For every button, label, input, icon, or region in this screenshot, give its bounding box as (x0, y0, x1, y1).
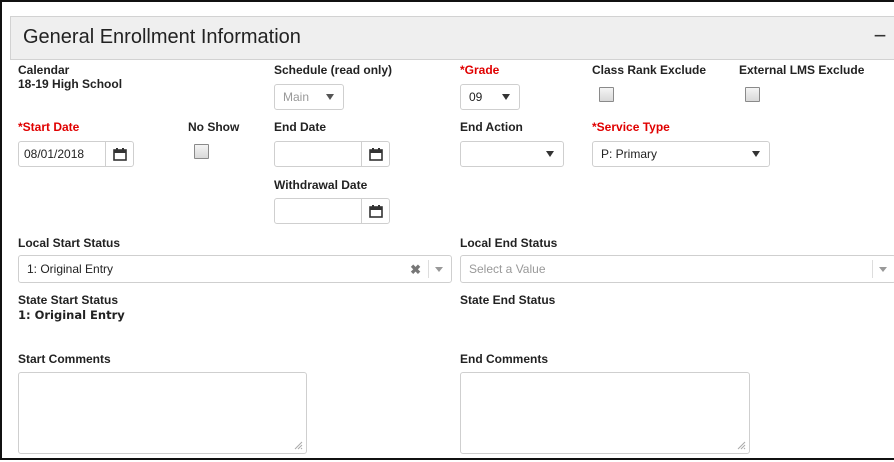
chevron-down-icon[interactable] (879, 267, 887, 272)
external-lms-exclude-checkbox[interactable] (745, 87, 760, 102)
state-end-status-label: State End Status (460, 293, 556, 307)
schedule-value: Main (283, 90, 310, 104)
schedule-label: Schedule (read only) (274, 63, 393, 77)
local-start-status-label: Local Start Status (18, 236, 121, 250)
start-comments-label: Start Comments (18, 352, 111, 366)
resize-grip-icon[interactable] (294, 441, 303, 450)
end-date-label: End Date (274, 120, 327, 134)
end-action-select[interactable] (460, 141, 564, 167)
chevron-down-icon (546, 151, 554, 157)
schedule-select: Main (274, 84, 344, 110)
local-end-status-placeholder: Select a Value (469, 262, 546, 276)
withdrawal-date-input[interactable] (274, 198, 390, 224)
state-start-status-value: 1: Original Entry (18, 308, 125, 322)
collapse-button[interactable]: − (870, 25, 890, 49)
local-start-status-value: 1: Original Entry (27, 262, 114, 276)
start-comments-textarea[interactable] (18, 372, 307, 454)
external-lms-exclude-label: External LMS Exclude (739, 63, 865, 77)
grade-select[interactable]: 09 (460, 84, 520, 110)
chevron-down-icon[interactable] (435, 267, 443, 272)
state-start-status-label: State Start Status (18, 293, 119, 307)
withdrawal-date-label: Withdrawal Date (274, 178, 368, 192)
service-type-value: P: Primary (601, 147, 658, 161)
panel-content: Calendar 18-19 High School Schedule (rea… (10, 60, 894, 462)
clear-icon[interactable]: ✖ (410, 262, 421, 278)
start-date-input[interactable]: 08/01/2018 (18, 141, 134, 167)
no-show-label: No Show (188, 120, 240, 134)
end-comments-textarea[interactable] (460, 372, 750, 454)
combo-divider (872, 260, 873, 278)
end-action-label: End Action (460, 120, 523, 134)
enrollment-panel: General Enrollment Information − Calenda… (0, 0, 894, 460)
start-date-label: *Start Date (18, 120, 80, 134)
chevron-down-icon (502, 94, 510, 100)
end-date-input[interactable] (274, 141, 390, 167)
end-comments-label: End Comments (460, 352, 549, 366)
combo-divider (428, 260, 429, 278)
calendar-label: Calendar (18, 63, 70, 77)
service-type-select[interactable]: P: Primary (592, 141, 770, 167)
local-start-status-combo[interactable]: 1: Original Entry ✖ (18, 255, 452, 283)
calendar-icon[interactable] (361, 199, 389, 223)
no-show-checkbox[interactable] (194, 144, 209, 159)
class-rank-exclude-checkbox[interactable] (599, 87, 614, 102)
start-date-value: 08/01/2018 (24, 147, 85, 161)
chevron-down-icon (752, 151, 760, 157)
panel-header: General Enrollment Information − (10, 16, 894, 60)
local-end-status-label: Local End Status (460, 236, 558, 250)
calendar-icon[interactable] (105, 142, 133, 166)
panel-title: General Enrollment Information (23, 26, 301, 48)
chevron-down-icon (326, 94, 334, 100)
calendar-value: 18-19 High School (18, 77, 123, 91)
local-end-status-combo[interactable]: Select a Value (460, 255, 894, 283)
service-type-label: *Service Type (592, 120, 670, 134)
grade-value: 09 (469, 90, 483, 104)
class-rank-exclude-label: Class Rank Exclude (592, 63, 707, 77)
resize-grip-icon[interactable] (737, 441, 746, 450)
calendar-icon[interactable] (361, 142, 389, 166)
grade-label: *Grade (460, 63, 500, 77)
